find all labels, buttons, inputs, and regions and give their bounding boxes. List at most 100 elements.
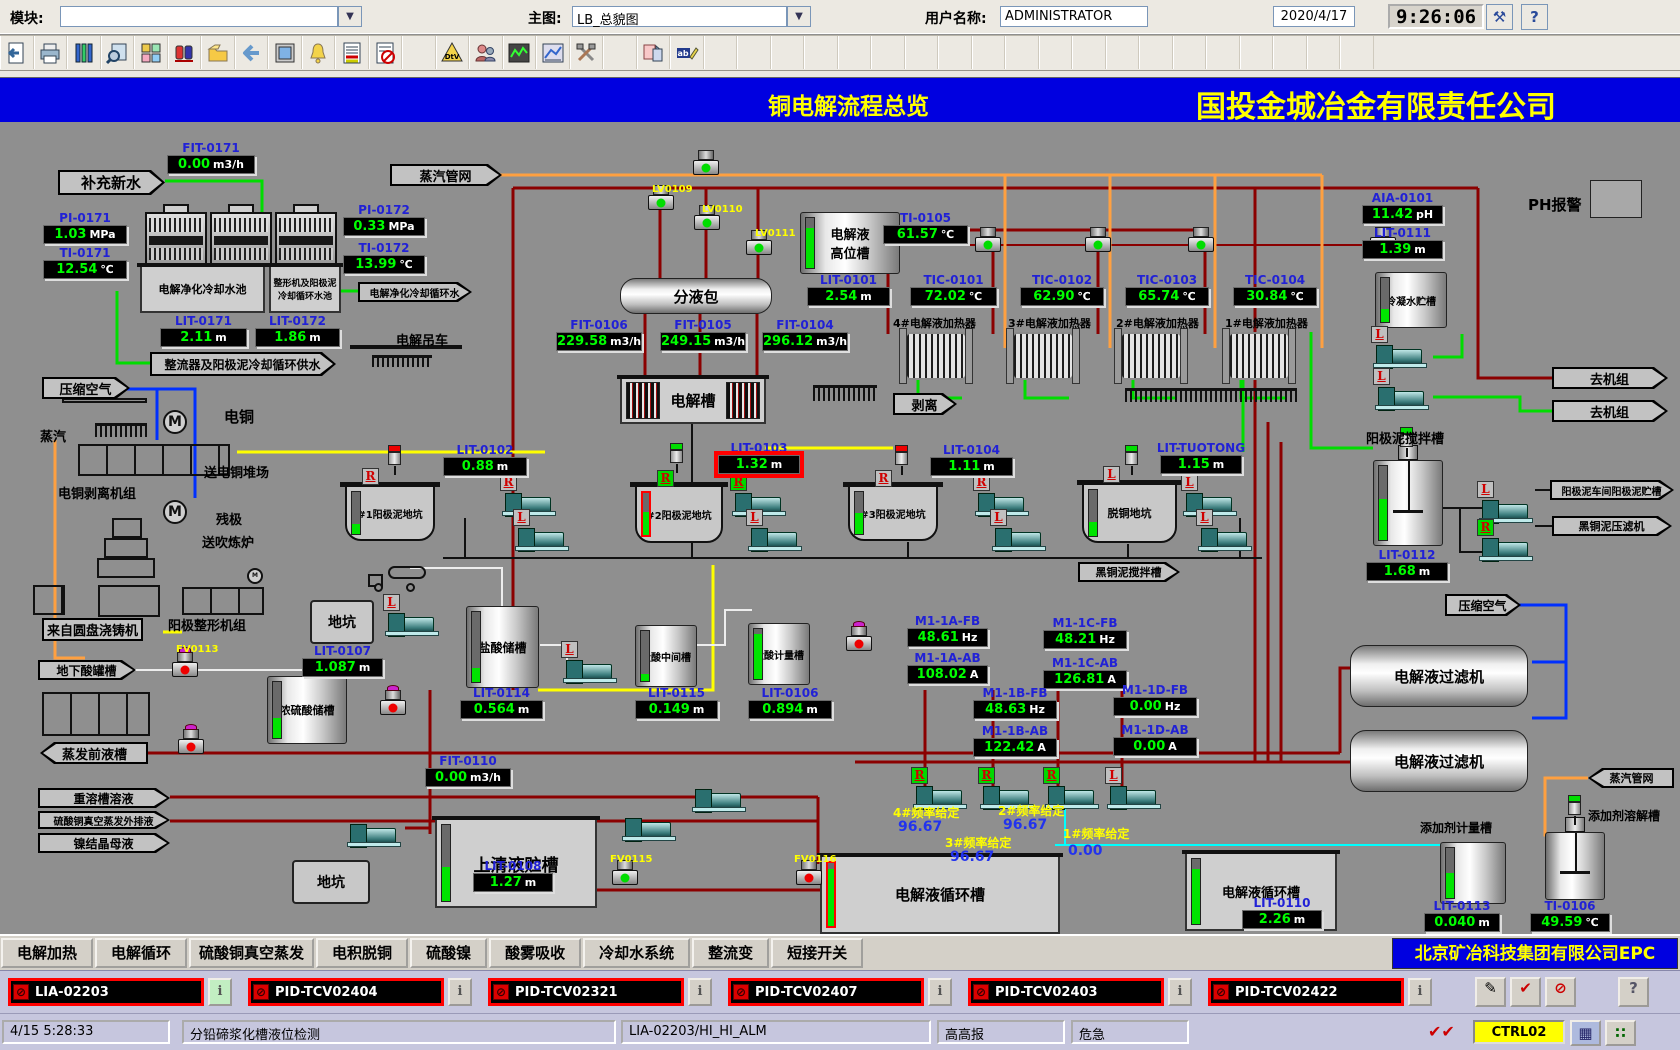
valve[interactable] — [796, 870, 822, 885]
back-icon[interactable] — [235, 36, 269, 69]
instrument-LIT-0112[interactable]: 1.68m — [1366, 562, 1448, 581]
library-icon[interactable] — [67, 36, 101, 69]
instrument-FIT-0110[interactable]: 0.00m3/h — [425, 768, 511, 787]
valve[interactable] — [975, 237, 1001, 252]
instrument-TIC-0103[interactable]: 65.74℃ — [1125, 287, 1209, 306]
screen-icon[interactable] — [268, 36, 302, 69]
pump[interactable]: L — [390, 617, 434, 633]
pump[interactable]: L — [520, 532, 564, 548]
find-icon[interactable] — [101, 36, 135, 69]
alarm-info-button[interactable]: i — [448, 978, 472, 1006]
instrument-TI-0171[interactable]: 12.54℃ — [43, 260, 127, 279]
alarm-button-PID-TCV02321[interactable]: ⊘PID-TCV02321 — [488, 978, 684, 1006]
pump[interactable] — [627, 822, 671, 838]
instrument-PI-0172[interactable]: 0.33MPa — [343, 217, 425, 236]
instrument-LIT-0103[interactable]: 1.32m — [718, 455, 800, 474]
valve[interactable] — [693, 160, 719, 175]
instrument-AIA-0101[interactable]: 11.42pH — [1362, 205, 1443, 224]
alarm-info-button[interactable]: i — [1168, 978, 1192, 1006]
instrument-TIC-0101[interactable]: 72.02℃ — [910, 287, 997, 306]
tab-整流变[interactable]: 整流变 — [692, 938, 769, 968]
instrument-M1-1A-AB[interactable]: 108.02A — [907, 665, 988, 684]
alarm-button-PID-TCV02422[interactable]: ⊘PID-TCV02422 — [1208, 978, 1404, 1006]
tools-button[interactable]: ⚒ — [1486, 4, 1513, 30]
alarm-info-button[interactable]: i — [208, 978, 232, 1006]
instrument-FIT-0104[interactable]: 296.12m3/h — [762, 332, 848, 351]
instrument-M1-1C-AB[interactable]: 126.81A — [1043, 670, 1127, 689]
alarm-info-button[interactable]: i — [928, 978, 952, 1006]
tab-硫酸镍[interactable]: 硫酸镍 — [410, 938, 487, 968]
users-icon[interactable] — [469, 36, 503, 69]
instrument-PI-0171[interactable]: 1.03MPa — [43, 225, 127, 244]
instrument-FIT-0105[interactable]: 249.15m3/h — [660, 332, 746, 351]
valve[interactable] — [178, 739, 204, 754]
pump[interactable]: L — [1112, 790, 1156, 806]
alarm-info-button[interactable]: i — [1408, 978, 1432, 1006]
tab-电解加热[interactable]: 电解加热 — [1, 938, 93, 968]
module-dropdown-icon[interactable]: ▼ — [338, 6, 362, 27]
alarm-button-PID-TCV02403[interactable]: ⊘PID-TCV02403 — [968, 978, 1164, 1006]
instrument-LIT-0107[interactable]: 1.087m — [302, 658, 383, 677]
rename-icon[interactable]: ab — [670, 36, 704, 69]
alarm-button-LIA-02203[interactable]: ⊘LIA-02203 — [8, 978, 204, 1006]
instrument-LIT-0171[interactable]: 2.11m — [160, 328, 247, 347]
transfer-icon[interactable] — [637, 36, 671, 69]
instrument-LIT-0115[interactable]: 0.149m — [635, 700, 718, 719]
pump[interactable]: R — [1484, 542, 1528, 558]
module-combo[interactable] — [60, 6, 338, 27]
ack-icon[interactable]: ✔ — [1510, 977, 1541, 1007]
instrument-LIT-0172[interactable]: 1.86m — [255, 328, 340, 347]
pump[interactable]: L — [1378, 349, 1422, 365]
trend-icon[interactable] — [503, 36, 537, 69]
bell-icon[interactable] — [302, 36, 336, 69]
valve[interactable] — [648, 195, 674, 210]
instrument-LIT-TUOTONG[interactable]: 1.15m — [1160, 455, 1242, 474]
blocks-icon[interactable] — [134, 36, 168, 69]
valve[interactable] — [172, 662, 198, 677]
tools-icon[interactable] — [570, 36, 604, 69]
instrument-TIC-0102[interactable]: 62.90℃ — [1020, 287, 1104, 306]
valve[interactable] — [1085, 237, 1111, 252]
tab-硫酸铜真空蒸发[interactable]: 硫酸铜真空蒸发 — [189, 938, 314, 968]
print-icon[interactable] — [34, 36, 68, 69]
instrument-LIT-0113[interactable]: 0.040m — [1424, 913, 1500, 932]
username-field[interactable]: ADMINISTRATOR — [1000, 6, 1148, 27]
pump[interactable]: L — [997, 532, 1041, 548]
instrument-TI-0172[interactable]: 13.99℃ — [343, 255, 425, 274]
tanks-icon[interactable] — [168, 36, 202, 69]
valve[interactable] — [694, 215, 720, 230]
alarm-info-button[interactable]: i — [688, 978, 712, 1006]
valve[interactable] — [746, 240, 772, 255]
tab-电解循环[interactable]: 电解循环 — [95, 938, 187, 968]
pump[interactable]: L — [753, 532, 797, 548]
valve[interactable] — [612, 870, 638, 885]
main-graph-combo[interactable]: LB_总貌图 — [572, 6, 787, 27]
deltav-icon[interactable]: DtV — [436, 36, 470, 69]
pump[interactable]: L — [1380, 391, 1424, 407]
instrument-TIC-0104[interactable]: 30.84℃ — [1233, 287, 1317, 306]
instrument-FIT-0106[interactable]: 229.58m3/h — [556, 332, 642, 351]
instrument-TI-0106[interactable]: 49.59℃ — [1530, 913, 1610, 932]
instrument-M1-1D-AB[interactable]: 0.00A — [1113, 737, 1197, 756]
pump[interactable]: L — [568, 664, 612, 680]
tab-短接开关[interactable]: 短接开关 — [771, 938, 863, 968]
instrument-LIT-0104[interactable]: 1.11m — [930, 457, 1013, 476]
instrument-TI-0105[interactable]: 61.57℃ — [883, 225, 968, 244]
instrument-LIT-0101[interactable]: 2.54m — [807, 287, 890, 306]
pump[interactable]: L — [1484, 504, 1528, 520]
instrument-M1-1D-FB[interactable]: 0.00Hz — [1113, 697, 1197, 716]
alarm-button-PID-TCV02404[interactable]: ⊘PID-TCV02404 — [248, 978, 444, 1006]
instrument-M1-1A-FB[interactable]: 48.61Hz — [907, 628, 988, 647]
suppress-icon[interactable]: ⊘ — [1545, 977, 1576, 1007]
ack-all-icon[interactable]: ✎ — [1475, 977, 1506, 1007]
instrument-LIT-0111[interactable]: 1.39m — [1362, 240, 1443, 259]
instrument-M1-1B-AB[interactable]: 122.42A — [973, 738, 1057, 757]
instrument-LIT-0110[interactable]: 2.26m — [1242, 910, 1322, 929]
instrument-FIT-0171[interactable]: 0.00m3/h — [167, 155, 255, 174]
instrument-LIT-0102[interactable]: 0.88m — [443, 457, 527, 476]
instrument-LIT-0108[interactable]: 1.27m — [473, 873, 553, 892]
pump[interactable] — [352, 828, 396, 844]
help-button[interactable]: ? — [1521, 4, 1548, 30]
alarm-check-icon[interactable]: ✔✔ — [1428, 1022, 1455, 1041]
chart-icon[interactable] — [536, 36, 570, 69]
